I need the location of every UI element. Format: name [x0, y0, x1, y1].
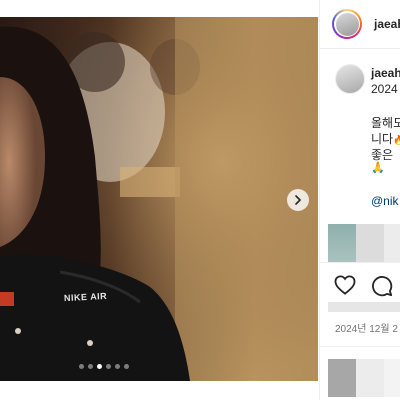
- header-avatar[interactable]: [332, 9, 362, 39]
- header-username[interactable]: jaeah: [374, 17, 400, 31]
- thumbnail[interactable]: [384, 359, 400, 397]
- caption-mention-link[interactable]: @nik: [371, 194, 399, 208]
- carousel-dot: [97, 364, 102, 369]
- thumbnail[interactable]: [328, 359, 356, 397]
- tagged-thumbnails-row: [328, 224, 400, 262]
- likes-placeholder: [328, 302, 400, 312]
- carousel-dot: [79, 364, 84, 369]
- comment-section: [320, 346, 400, 401]
- carousel-dot: [88, 364, 93, 369]
- caption-line-2: 니다🔥: [371, 130, 400, 147]
- carousel-indicator: [0, 364, 318, 372]
- comment-icon[interactable]: [371, 275, 393, 297]
- heart-icon[interactable]: [334, 275, 356, 295]
- chevron-right-icon: [295, 195, 301, 205]
- post-photo: [0, 17, 318, 381]
- caption-date-year: 2024: [371, 82, 398, 96]
- carousel-next-button[interactable]: [287, 189, 309, 211]
- carousel-dot: [115, 364, 120, 369]
- post-side-panel: jaeah jaeah 2024 올해도 니다🔥 좋은 🙏 @nik 2024년…: [319, 0, 400, 400]
- post-header: jaeah: [320, 0, 400, 49]
- thumbnail[interactable]: [384, 224, 400, 262]
- caption-username[interactable]: jaeah: [371, 66, 400, 80]
- praying-hands-icon: 🙏: [371, 162, 385, 174]
- footer-thumbnails-row: [328, 359, 400, 397]
- thumbnail[interactable]: [356, 224, 384, 262]
- carousel-dot: [124, 364, 129, 369]
- carousel-dot: [106, 364, 111, 369]
- post-actions-bar: [320, 262, 400, 303]
- post-media[interactable]: NIKE AIR: [0, 17, 318, 381]
- avatar-image: [335, 12, 359, 36]
- fire-emoji-icon: 🔥: [393, 135, 400, 145]
- thumbnail[interactable]: [356, 359, 384, 397]
- thumbnail[interactable]: [328, 224, 356, 262]
- caption-line-2-text: 니다: [371, 132, 394, 146]
- caption-avatar[interactable]: [335, 64, 365, 94]
- post-date: 2024년 12월 2: [335, 324, 398, 335]
- caption-line-1: 올해도: [371, 116, 400, 130]
